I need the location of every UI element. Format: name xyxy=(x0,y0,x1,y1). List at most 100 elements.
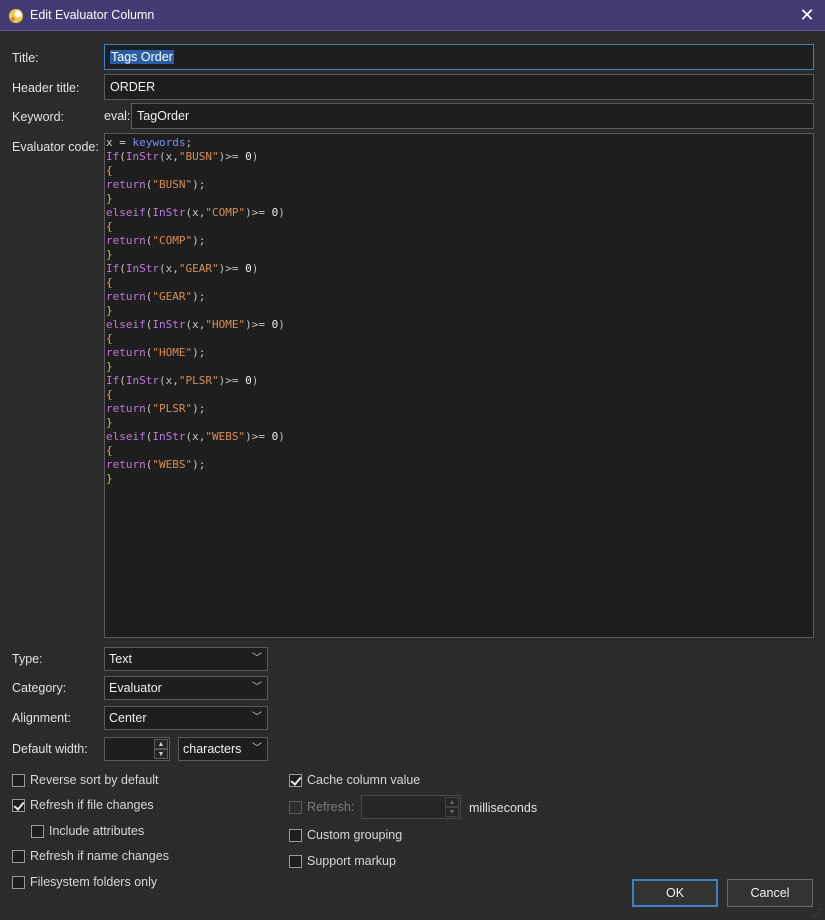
include-attributes-checkbox[interactable]: Include attributes xyxy=(31,824,144,838)
support-markup-checkbox[interactable]: Support markup xyxy=(289,854,396,868)
category-select[interactable]: Evaluator ﹀ xyxy=(104,676,268,700)
code-token: "PLSR" xyxy=(178,374,219,387)
code-token: return xyxy=(106,290,146,303)
code-token: } xyxy=(106,472,113,485)
code-token: If xyxy=(106,374,120,387)
code-token: )>= xyxy=(245,206,272,219)
resize-grip-icon[interactable]: ⋰ xyxy=(813,908,823,918)
title-label: Title: xyxy=(12,51,39,65)
code-token: If xyxy=(106,150,120,163)
code-token: InStr xyxy=(152,206,186,219)
code-token: )>= xyxy=(218,150,246,163)
code-line: } xyxy=(106,416,812,430)
checkbox-box xyxy=(12,875,25,889)
code-token: "HOME" xyxy=(152,346,193,359)
code-token: "GEAR" xyxy=(152,290,193,303)
code-token: "GEAR" xyxy=(178,262,219,275)
code-token: )>= xyxy=(245,318,272,331)
code-token: ); xyxy=(192,290,206,303)
code-token: } xyxy=(106,416,113,429)
chevron-down-icon: ﹀ xyxy=(252,743,262,754)
refresh-interval-checkbox[interactable]: Refresh: xyxy=(289,800,354,814)
code-token: return xyxy=(106,346,146,359)
title-input-value: Tags Order xyxy=(110,50,174,64)
header-title-label: Header title: xyxy=(12,81,80,95)
title-input[interactable]: Tags Order xyxy=(104,44,814,70)
reverse-sort-checkbox[interactable]: Reverse sort by default xyxy=(12,773,159,787)
code-token: InStr xyxy=(125,150,159,163)
code-token: InStr xyxy=(125,374,159,387)
code-token: } xyxy=(106,192,113,205)
code-token: x = xyxy=(106,136,133,149)
checkbox-box xyxy=(12,798,25,812)
stepper-down-icon[interactable]: ▼ xyxy=(445,807,459,817)
alignment-label: Alignment: xyxy=(12,711,72,725)
code-token: ); xyxy=(192,402,206,415)
code-token: "BUSN" xyxy=(178,150,219,163)
code-line: If(InStr(x,"BUSN")>= 0) xyxy=(106,150,812,164)
code-token: { xyxy=(106,332,113,345)
refresh-interval-stepper[interactable]: ▲ ▼ xyxy=(361,795,461,819)
keyword-input[interactable]: TagOrder xyxy=(131,103,814,129)
code-token: keywords xyxy=(132,136,186,149)
cache-value-checkbox[interactable]: Cache column value xyxy=(289,773,420,787)
code-line: If(InStr(x,"GEAR")>= 0) xyxy=(106,262,812,276)
keyword-prefix: eval: xyxy=(104,109,131,123)
code-token: ) xyxy=(251,262,259,275)
code-token: 0 xyxy=(245,262,252,275)
code-token: ); xyxy=(192,346,206,359)
code-token: } xyxy=(106,360,113,373)
refresh-unit-label: milliseconds xyxy=(469,801,538,815)
code-token: elseif xyxy=(106,318,146,331)
title-bar: Edit Evaluator Column ✕ xyxy=(0,0,825,31)
code-token: { xyxy=(106,276,113,289)
code-token: ) xyxy=(278,318,285,331)
code-token: "PLSR" xyxy=(152,402,193,415)
code-token: ; xyxy=(185,136,193,149)
code-token: ) xyxy=(278,206,285,219)
checkbox-box xyxy=(289,828,302,842)
code-line: return("PLSR"); xyxy=(106,402,812,416)
refresh-file-label: Refresh if file changes xyxy=(30,798,154,812)
type-select[interactable]: Text ﹀ xyxy=(104,647,268,671)
stepper-up-icon[interactable]: ▲ xyxy=(445,797,459,807)
code-token: return xyxy=(106,178,146,191)
checkbox-box xyxy=(31,824,44,838)
code-token: elseif xyxy=(106,206,146,219)
code-line: { xyxy=(106,164,812,178)
width-unit-value: characters xyxy=(183,742,242,756)
cancel-button[interactable]: Cancel xyxy=(727,879,813,907)
code-token: (x, xyxy=(185,206,206,219)
header-title-input[interactable]: ORDER xyxy=(104,74,814,100)
code-line: elseif(InStr(x,"COMP")>= 0) xyxy=(106,206,812,220)
checkbox-box xyxy=(12,773,25,787)
stepper-down-icon[interactable]: ▼ xyxy=(154,749,168,759)
code-token: "BUSN" xyxy=(152,178,193,191)
stepper-up-icon[interactable]: ▲ xyxy=(154,739,168,749)
keyword-label: Keyword: xyxy=(12,110,65,124)
code-token: )>= xyxy=(218,374,246,387)
custom-grouping-checkbox[interactable]: Custom grouping xyxy=(289,828,402,842)
default-width-stepper[interactable]: ▲ ▼ xyxy=(104,737,170,761)
checkbox-box xyxy=(12,849,25,863)
close-icon[interactable]: ✕ xyxy=(797,5,817,25)
alignment-select-value: Center xyxy=(109,711,147,725)
width-unit-select[interactable]: characters ﹀ xyxy=(178,737,268,761)
code-line: return("BUSN"); xyxy=(106,178,812,192)
evaluator-code-editor[interactable]: x = keywords; If(InStr(x,"BUSN")>= 0){ret… xyxy=(104,133,814,638)
alignment-select[interactable]: Center ﹀ xyxy=(104,706,268,730)
filesystem-only-checkbox[interactable]: Filesystem folders only xyxy=(12,875,157,889)
code-line: } xyxy=(106,304,812,318)
category-select-value: Evaluator xyxy=(109,681,162,695)
code-line: { xyxy=(106,276,812,290)
code-token: ) xyxy=(251,374,259,387)
refresh-file-checkbox[interactable]: Refresh if file changes xyxy=(12,798,154,812)
checkbox-box xyxy=(289,854,302,868)
code-token: (x, xyxy=(159,150,179,163)
code-token: "HOME" xyxy=(205,318,246,331)
refresh-name-checkbox[interactable]: Refresh if name changes xyxy=(12,849,169,863)
code-token: { xyxy=(106,220,113,233)
code-token: { xyxy=(106,444,113,457)
ok-button[interactable]: OK xyxy=(632,879,718,907)
type-select-value: Text xyxy=(109,652,132,666)
